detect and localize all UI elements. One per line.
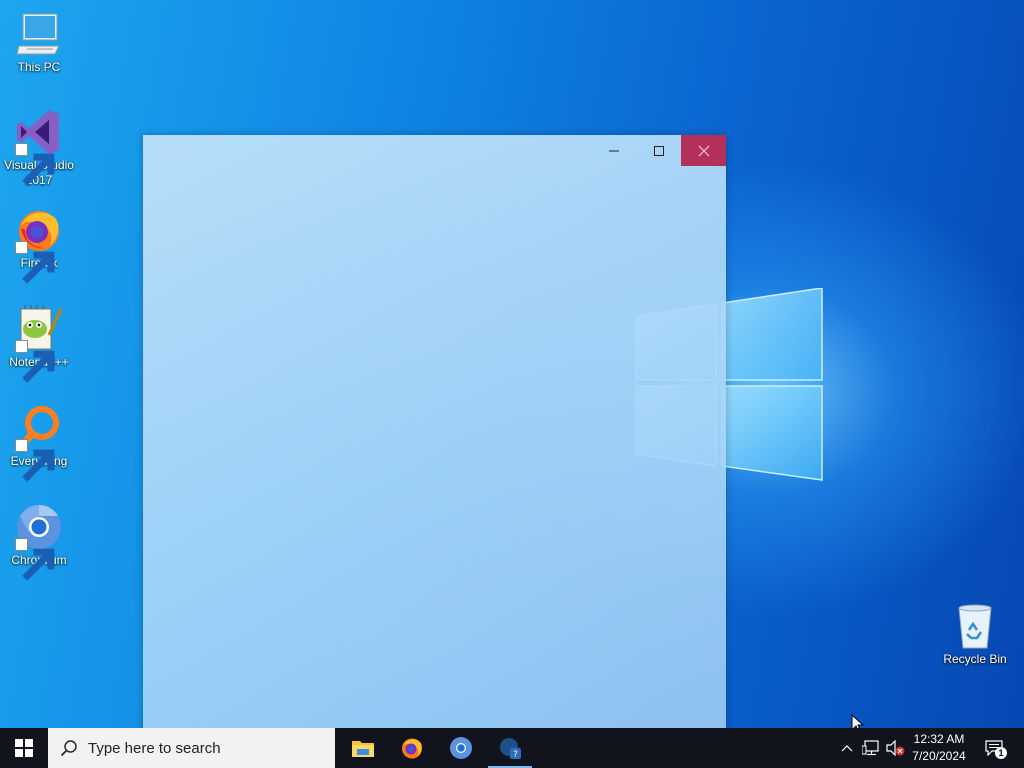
taskbar-file-explorer[interactable] xyxy=(339,728,387,768)
maximize-button[interactable] xyxy=(636,135,681,166)
shortcut-arrow-icon xyxy=(15,538,55,581)
maximize-icon xyxy=(653,145,664,156)
recycle-bin-icon xyxy=(958,604,992,649)
desktop-icon-notepad-plus-plus[interactable]: Notepad++ xyxy=(0,305,78,383)
start-button[interactable] xyxy=(0,728,48,768)
search-placeholder: Type here to search xyxy=(88,739,221,757)
taskbar-running-app[interactable]: ? xyxy=(486,728,534,768)
desktop-icon-chromium[interactable]: Chromium xyxy=(0,503,78,581)
show-hidden-icons-button[interactable] xyxy=(838,728,856,768)
shortcut-arrow-icon xyxy=(15,340,55,383)
minimize-icon xyxy=(608,150,619,151)
svg-text:?: ? xyxy=(513,750,518,760)
windows-start-icon xyxy=(15,739,33,757)
desktop: This PC Visual Studio 2017 Firefox Notep… xyxy=(0,0,1024,728)
taskbar-chromium[interactable] xyxy=(437,728,485,768)
minimize-button[interactable] xyxy=(591,135,636,166)
close-icon xyxy=(698,145,709,156)
desktop-icon-everything[interactable]: Everything xyxy=(0,404,78,482)
volume-button[interactable] xyxy=(884,728,906,768)
unknown-app-icon: ? xyxy=(500,738,521,760)
taskbar: Type here to search ? 12:32 AM 7/20/2024… xyxy=(0,728,1024,768)
speaker-muted-icon xyxy=(886,740,905,756)
desktop-icon-recycle-bin[interactable]: Recycle Bin xyxy=(936,602,1014,667)
taskbar-clock[interactable]: 12:32 AM 7/20/2024 xyxy=(905,731,973,765)
desktop-icon-label: Recycle Bin xyxy=(943,652,1007,666)
mouse-cursor-icon xyxy=(851,714,865,728)
action-center-button[interactable]: 1 xyxy=(980,728,1008,768)
network-icon xyxy=(862,740,879,756)
chromium-icon xyxy=(450,737,472,759)
close-button[interactable] xyxy=(681,135,726,166)
file-explorer-icon xyxy=(352,741,374,757)
desktop-icon-label: This PC xyxy=(17,60,61,74)
blank-app-window[interactable] xyxy=(143,135,726,728)
clock-time: 12:32 AM xyxy=(913,732,965,746)
shortcut-arrow-icon xyxy=(15,143,55,186)
network-status-button[interactable] xyxy=(860,728,882,768)
desktop-icon-firefox[interactable]: Firefox xyxy=(0,206,78,284)
desktop-icon-visual-studio[interactable]: Visual Studio 2017 xyxy=(0,108,78,188)
taskbar-firefox[interactable] xyxy=(388,728,436,768)
shortcut-arrow-icon xyxy=(15,439,55,482)
shortcut-arrow-icon xyxy=(15,241,55,284)
search-icon xyxy=(60,740,77,757)
desktop-icon-this-pc[interactable]: This PC xyxy=(0,10,78,75)
clock-date: 7/20/2024 xyxy=(912,749,966,763)
chevron-up-icon xyxy=(841,745,853,752)
taskbar-search-box[interactable]: Type here to search xyxy=(48,728,335,768)
computer-icon xyxy=(16,13,60,55)
firefox-icon xyxy=(402,738,422,759)
notification-count-badge: 1 xyxy=(995,747,1007,759)
